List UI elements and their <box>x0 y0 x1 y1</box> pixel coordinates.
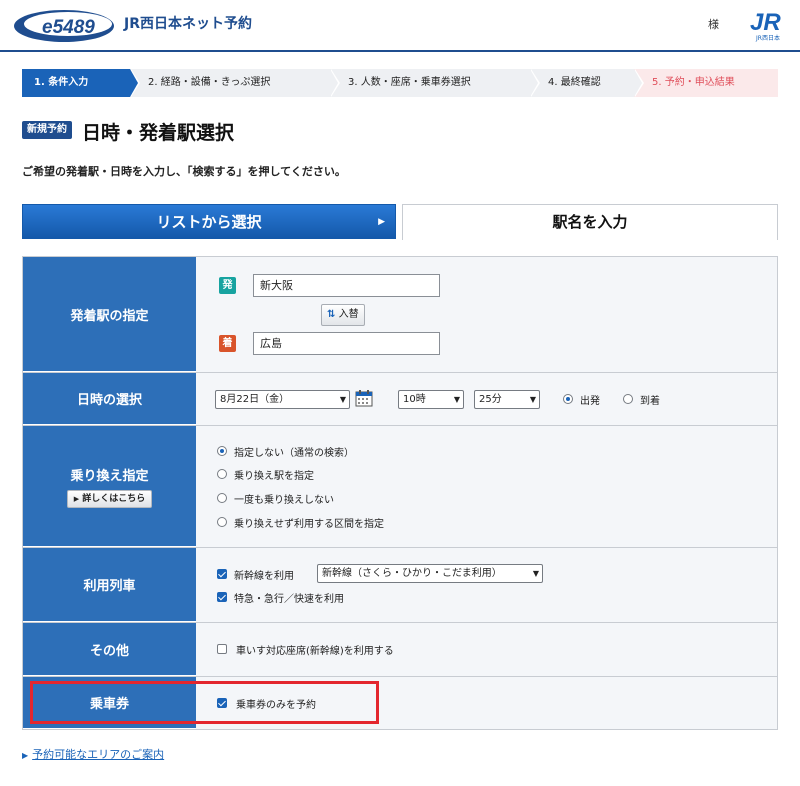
shinkansen-label: 新幹線を利用 <box>234 571 294 582</box>
step-label: 2. 経路・設備・きっぷ選択 <box>148 77 271 88</box>
express-checkbox[interactable] <box>217 592 227 602</box>
arrival-radio[interactable] <box>623 394 633 404</box>
site-header: e5489 JR西日本ネット予約 様 JR JR西日本 <box>0 0 800 52</box>
transfer-option-label: 乗り換えせず利用する区間を指定 <box>234 519 384 530</box>
departure-label: 出発 <box>580 396 600 407</box>
arrival-tag: 着 <box>219 335 236 352</box>
transfer-option-radio[interactable] <box>217 493 227 503</box>
tab-label: リストから選択 <box>156 213 262 231</box>
row-cell: 8月22日（金） ▼ 10時 ▼ 25分 ▼ 出発 到着 <box>196 373 777 425</box>
row-label: 日時の選択 <box>23 373 196 425</box>
transfer-option-radio[interactable] <box>217 446 227 456</box>
step-label: 5. 予約・申込結果 <box>652 77 735 88</box>
progress-steps: 1. 条件入力 2. 経路・設備・きっぷ選択 3. 人数・座席・乗車券選択 4.… <box>22 69 778 97</box>
step-2: 2. 経路・設備・きっぷ選択 <box>130 69 340 97</box>
search-form: 発着駅の指定 発 新大阪 ⇅ 入替 着 広島 日時の選択 8月22日（金）▼ <box>22 256 778 730</box>
transfer-option-label: 指定しない（通常の検索） <box>234 448 354 459</box>
date-select[interactable]: 8月22日（金） ▼ <box>215 390 350 409</box>
triangle-right-icon: ▶ <box>378 217 385 227</box>
departure-tag: 発 <box>219 277 236 294</box>
swap-arrows-icon: ⇅ <box>327 309 336 320</box>
page-title: 日時・発着駅選択 <box>82 122 235 144</box>
row-cell: 新幹線を利用 新幹線（さくら・ひかり・こだま利用） ▼ 特急・急行／快速を利用 <box>196 548 777 622</box>
minute-select[interactable]: 25分 ▼ <box>474 390 540 409</box>
row-datetime: 日時の選択 8月22日（金） ▼ 10時 ▼ 25分 ▼ 出発 到着 <box>23 373 777 426</box>
step-label: 3. 人数・座席・乗車券選択 <box>348 77 471 88</box>
step-4: 4. 最終確認 <box>530 69 644 97</box>
tab-label: 駅名を入力 <box>552 213 628 231</box>
site-title: JR西日本ネット予約 <box>124 16 252 32</box>
step-5: 5. 予約・申込結果 <box>634 69 778 97</box>
row-trains: 利用列車 新幹線を利用 新幹線（さくら・ひかり・こだま利用） ▼ 特急・急行／快速… <box>23 548 777 623</box>
tab-enter-station-name[interactable]: 駅名を入力 <box>402 204 778 240</box>
transfer-option-label: 乗り換え駅を指定 <box>234 471 314 482</box>
new-reservation-badge: 新規予約 <box>22 121 72 139</box>
jr-logo-text: JR <box>750 9 781 36</box>
triangle-right-icon: ▶ <box>73 494 80 503</box>
jr-west-logo: JR JR西日本 <box>750 9 781 42</box>
e5489-logo[interactable]: e5489 <box>12 6 116 44</box>
step-3: 3. 人数・座席・乗車券選択 <box>330 69 540 97</box>
transfer-option-radio[interactable] <box>217 469 227 479</box>
row-label: 発着駅の指定 <box>23 257 196 372</box>
departure-radio[interactable] <box>563 394 573 404</box>
details-button[interactable]: ▶ 詳しくはこちら <box>66 489 153 508</box>
step-label: 1. 条件入力 <box>34 77 89 88</box>
step-label: 4. 最終確認 <box>548 77 601 88</box>
transfer-option-radio[interactable] <box>217 517 227 527</box>
swap-label: 入替 <box>338 309 359 320</box>
arrival-station-input[interactable]: 広島 <box>253 332 440 355</box>
instructions-text: ご希望の発着駅・日時を入力し、「検索する」を押してください。 <box>22 165 346 178</box>
shinkansen-type-select[interactable]: 新幹線（さくら・ひかり・こだま利用） ▼ <box>317 564 543 583</box>
wheelchair-label: 車いす対応座席(新幹線)を利用する <box>236 646 394 657</box>
express-label: 特急・急行／快速を利用 <box>234 594 344 605</box>
row-cell: 発 新大阪 ⇅ 入替 着 広島 <box>196 257 777 372</box>
transfer-option-label: 一度も乗り換えしない <box>234 495 334 506</box>
logo-text: e5489 <box>42 17 95 38</box>
user-name-suffix: 様 <box>708 18 719 31</box>
departure-station-input[interactable]: 新大阪 <box>253 274 440 297</box>
row-label: 乗り換え指定 ▶ 詳しくはこちら <box>23 426 196 547</box>
swap-stations-button[interactable]: ⇅ 入替 <box>321 304 365 326</box>
row-stations: 発着駅の指定 発 新大阪 ⇅ 入替 着 広島 <box>23 257 777 373</box>
highlight-box <box>30 681 379 724</box>
step-1: 1. 条件入力 <box>22 69 140 97</box>
row-cell: 指定しない（通常の検索） 乗り換え駅を指定 一度も乗り換えしない 乗り換えせず利… <box>196 426 777 547</box>
triangle-right-icon: ▶ <box>22 751 29 760</box>
jr-logo-sub: JR西日本 <box>755 34 780 42</box>
row-label: 利用列車 <box>23 548 196 622</box>
arrival-label: 到着 <box>640 396 660 407</box>
row-label: その他 <box>23 623 196 676</box>
tab-select-from-list[interactable]: リストから選択 ▶ <box>22 204 396 239</box>
calendar-icon[interactable] <box>355 389 373 407</box>
wheelchair-checkbox[interactable] <box>217 644 227 654</box>
row-cell: 車いす対応座席(新幹線)を利用する <box>196 623 777 676</box>
row-other: その他 車いす対応座席(新幹線)を利用する <box>23 623 777 677</box>
row-transfer: 乗り換え指定 ▶ 詳しくはこちら 指定しない（通常の検索） 乗り換え駅を指定 一… <box>23 426 777 548</box>
area-info-link[interactable]: ▶ 予約可能なエリアのご案内 <box>22 746 164 762</box>
shinkansen-checkbox[interactable] <box>217 569 227 579</box>
hour-select[interactable]: 10時 ▼ <box>398 390 464 409</box>
